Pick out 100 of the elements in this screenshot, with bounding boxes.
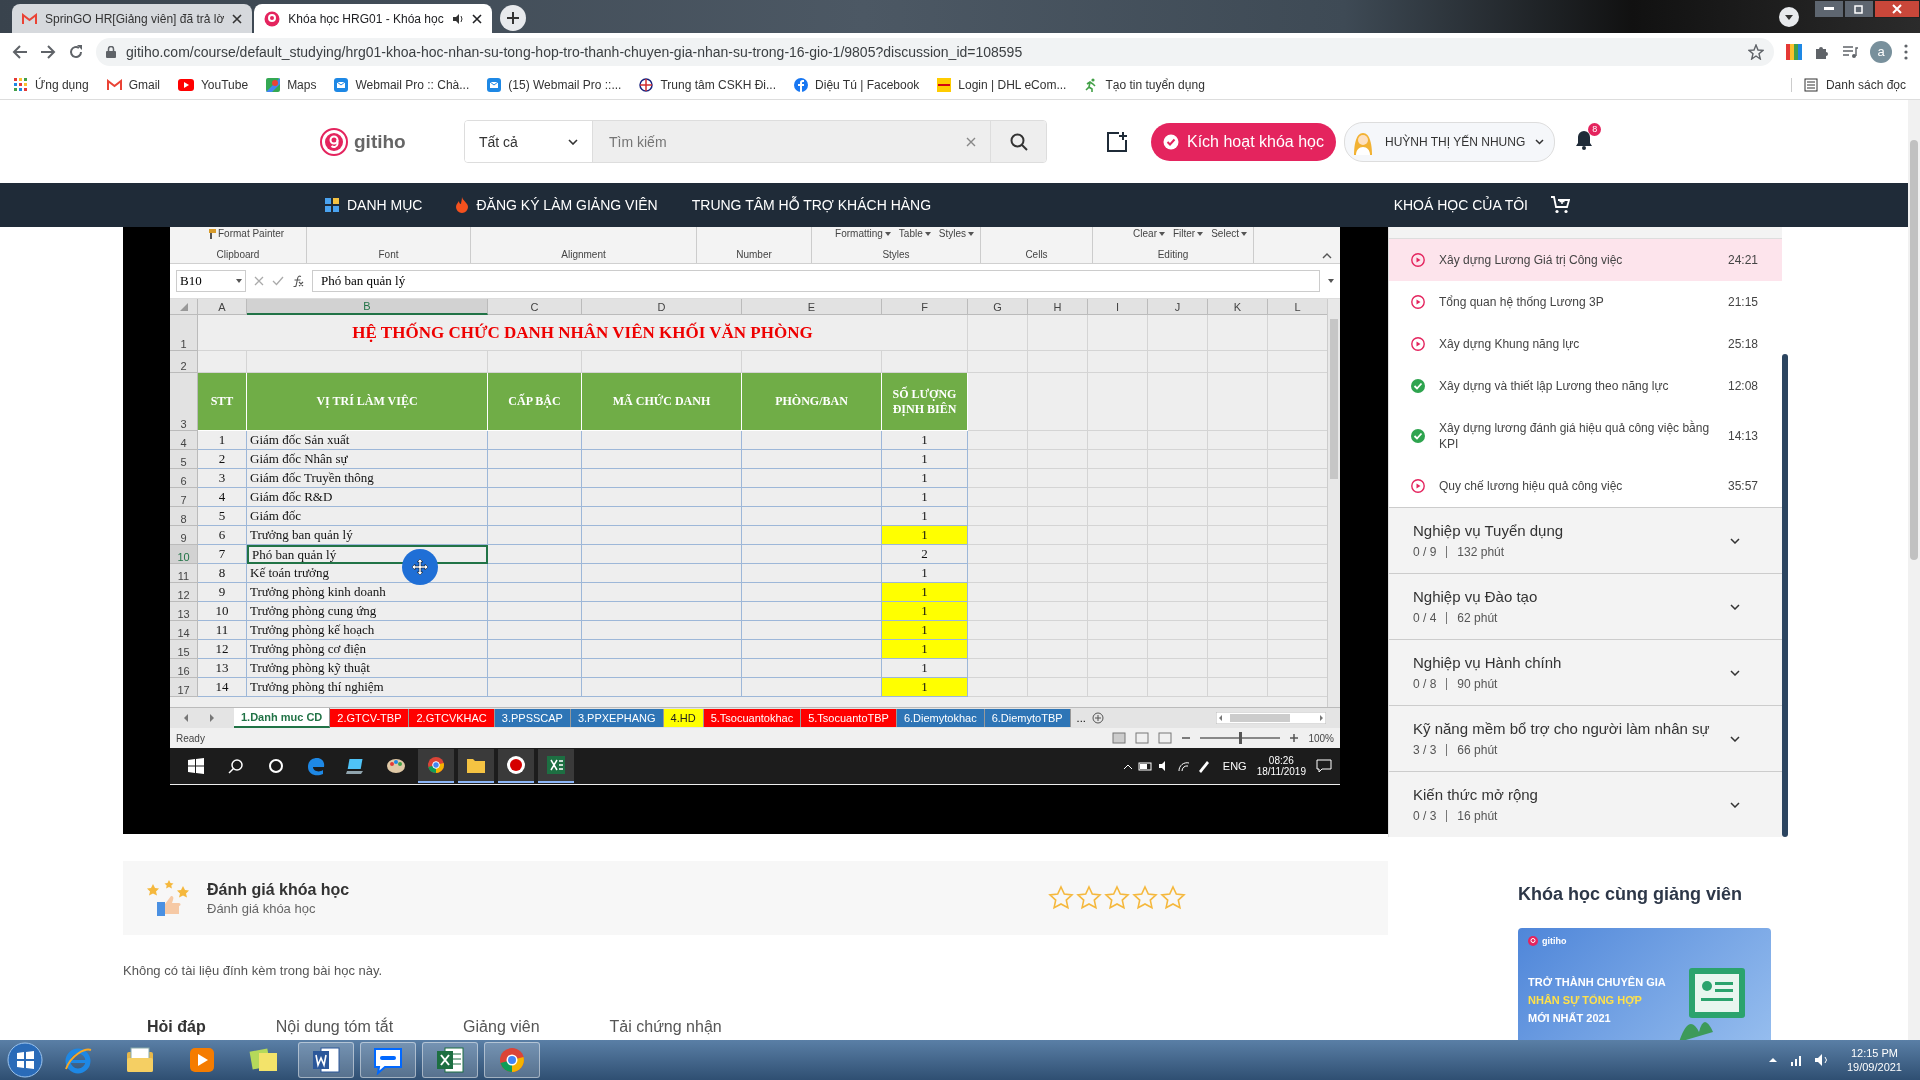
content-tab[interactable]: Tải chứng nhận [609, 1014, 722, 1040]
bookmark-link[interactable]: Diệu Tú | Facebook [794, 77, 920, 92]
close-icon[interactable] [471, 13, 482, 24]
folder-icon[interactable] [125, 1046, 155, 1074]
row-header[interactable]: 6 [170, 469, 198, 488]
new-tab-button[interactable] [499, 5, 526, 31]
row-header[interactable]: 9 [170, 526, 198, 545]
taskbar-button[interactable] [498, 749, 534, 783]
browser-tab[interactable]: Khóa học HRG01 - Khóa học [254, 4, 492, 33]
row-header[interactable]: 5 [170, 450, 198, 469]
row-header[interactable]: 1 [170, 315, 198, 351]
restore-button[interactable] [1844, 0, 1874, 18]
activate-course-button[interactable]: Kích hoạt khóa học [1151, 122, 1336, 161]
bell-icon[interactable] [1575, 129, 1594, 150]
section-item[interactable]: Kỹ năng mềm bổ trợ cho người làm nhân sự 3 / 3 66 phút [1389, 705, 1782, 771]
row-header[interactable]: 11 [170, 564, 198, 583]
notification-icon[interactable] [1316, 759, 1332, 773]
formula-field[interactable]: Phó ban quản lý [312, 270, 1320, 292]
column-header[interactable]: K [1208, 299, 1268, 315]
column-header[interactable]: D [582, 299, 742, 315]
row-header[interactable]: 14 [170, 621, 198, 640]
clock[interactable]: 12:15 PM 19/09/2021 [1846, 1047, 1902, 1073]
star-icon[interactable] [1160, 885, 1186, 911]
ribbon-command[interactable]: Table [898, 228, 931, 239]
column-header[interactable]: L [1268, 299, 1327, 315]
bookmark-link[interactable]: Tạo tin tuyển dụng [1084, 77, 1205, 92]
row-header[interactable]: 16 [170, 659, 198, 678]
row-header[interactable]: 13 [170, 602, 198, 621]
bookmark-link[interactable]: Ứng dụng [14, 77, 89, 92]
content-tab[interactable]: Giảng viên [463, 1014, 540, 1040]
row-header[interactable]: 17 [170, 678, 198, 697]
ribbon-command[interactable]: Filter [1172, 228, 1204, 239]
scrollbar[interactable] [1327, 299, 1340, 707]
content-tab[interactable]: Nội dung tóm tắt [275, 1014, 394, 1040]
section-item[interactable]: Nghiệp vụ Đào tạo 0 / 4 62 phút [1389, 573, 1782, 639]
horizontal-scrollbar-drawing[interactable] [1216, 712, 1326, 724]
chrome-icon[interactable] [497, 1045, 527, 1075]
sheet-tab[interactable]: 2.GTCV-TBP [330, 709, 410, 727]
sheet-tab[interactable]: 6.DiemytoTBP [984, 709, 1071, 727]
column-header[interactable]: G [968, 299, 1028, 315]
bookmark-link[interactable]: YouTube [177, 77, 249, 92]
sheet-tab[interactable]: 4.HD [663, 709, 704, 727]
section-item[interactable]: Nghiệp vụ Tuyển dụng 0 / 9 132 phút [1389, 507, 1782, 573]
dropdown-icon[interactable] [1778, 6, 1800, 28]
lesson-item[interactable]: Xây dựng và thiết lập Lương theo năng lực 12:08 [1389, 365, 1782, 407]
row-header[interactable]: 2 [170, 351, 198, 373]
sheet-tab[interactable]: 1.Danh muc CD [234, 708, 331, 728]
playlist-icon[interactable] [1842, 43, 1858, 60]
column-header[interactable]: B [247, 299, 488, 315]
bookmark-link[interactable]: Login | DHL eCom... [937, 77, 1067, 92]
sheet-tab[interactable]: 3.PPSSCAP [494, 709, 571, 727]
bookmark-link[interactable]: Maps [266, 77, 317, 92]
lesson-item[interactable]: Xây dựng Khung năng lực 25:18 [1389, 323, 1782, 365]
sheet-tab[interactable]: 5.Tsocuantokhac [703, 709, 802, 727]
logo-text[interactable]: gitiho [354, 130, 406, 153]
zoom-slider-thumb[interactable] [1239, 732, 1243, 744]
content-tab[interactable]: Hỏi đáp [147, 1014, 206, 1040]
speaker-icon[interactable] [451, 12, 464, 25]
ribbon-command[interactable]: Clear [1133, 228, 1165, 239]
column-header[interactable]: F [882, 299, 968, 315]
logo-icon[interactable] [320, 127, 348, 156]
taskbar-button[interactable] [538, 749, 574, 783]
sheet-tab[interactable]: 2.GTCVKHAC [409, 709, 495, 727]
star-icon[interactable] [1076, 885, 1102, 911]
ribbon-command[interactable]: Formatting [835, 228, 891, 239]
nav-link[interactable]: TRUNG TÂM HỖ TRỢ KHÁCH HÀNG [691, 197, 932, 213]
ribbon-command[interactable]: Select [1211, 228, 1247, 239]
sheet-tab[interactable]: 6.Diemytokhac [896, 709, 985, 727]
row-header[interactable]: 4 [170, 431, 198, 450]
start-orb-icon[interactable] [6, 1041, 44, 1079]
lesson-item[interactable]: Xây dựng lương đánh giá hiệu quả công việc bằng KPI 14:13 [1389, 407, 1782, 465]
media-player-icon[interactable] [188, 1046, 216, 1074]
row-header[interactable]: 7 [170, 488, 198, 507]
column-header[interactable]: J [1148, 299, 1208, 315]
scrollbar-thumb[interactable] [1782, 354, 1788, 837]
bookmark-link[interactable]: Webmail Pro :: Chà... [334, 77, 470, 92]
collapse-icon[interactable] [1322, 253, 1332, 259]
row-header[interactable]: 3 [170, 373, 198, 431]
chat-bubble-icon[interactable] [371, 1045, 405, 1075]
function-icon[interactable] [292, 275, 304, 287]
check-icon[interactable] [272, 276, 284, 286]
star-icon[interactable] [1104, 885, 1130, 911]
sheet-tab[interactable]: 5.TsocuantoTBP [801, 709, 897, 727]
nav-link[interactable]: DANH MỤC [325, 197, 423, 213]
address-bar[interactable]: gitiho.com/course/default_studying/hrg01-khoa-hoc-nhan-su-tong-hop-tro-thanh-chuyen-gia-nhan-su-trong-16-gio-1/9805?discussion_id=108595 [96, 37, 1774, 66]
zoom-in-icon[interactable] [1290, 734, 1299, 742]
user-menu[interactable]: HUỲNH THỊ YẾN NHUNG [1344, 121, 1556, 162]
zoom-out-icon[interactable] [1182, 734, 1191, 742]
taskbar-button[interactable] [458, 749, 494, 783]
add-sheet-icon[interactable] [1091, 712, 1104, 724]
minimize-button[interactable] [1814, 0, 1844, 18]
bookmark-link[interactable]: Gmail [106, 77, 160, 92]
column-header[interactable]: I [1088, 299, 1148, 315]
spreadsheet-icon[interactable] [435, 1045, 465, 1075]
close-button[interactable] [1874, 0, 1920, 18]
column-header[interactable]: C [488, 299, 582, 315]
menu-icon[interactable] [1904, 43, 1908, 60]
reload-icon[interactable] [68, 43, 84, 60]
lesson-item[interactable]: Tổng quan hệ thống Lương 3P 21:15 [1389, 281, 1782, 323]
lesson-item[interactable]: Xây dựng Lương Giá trị Công việc 24:21 [1389, 239, 1782, 281]
